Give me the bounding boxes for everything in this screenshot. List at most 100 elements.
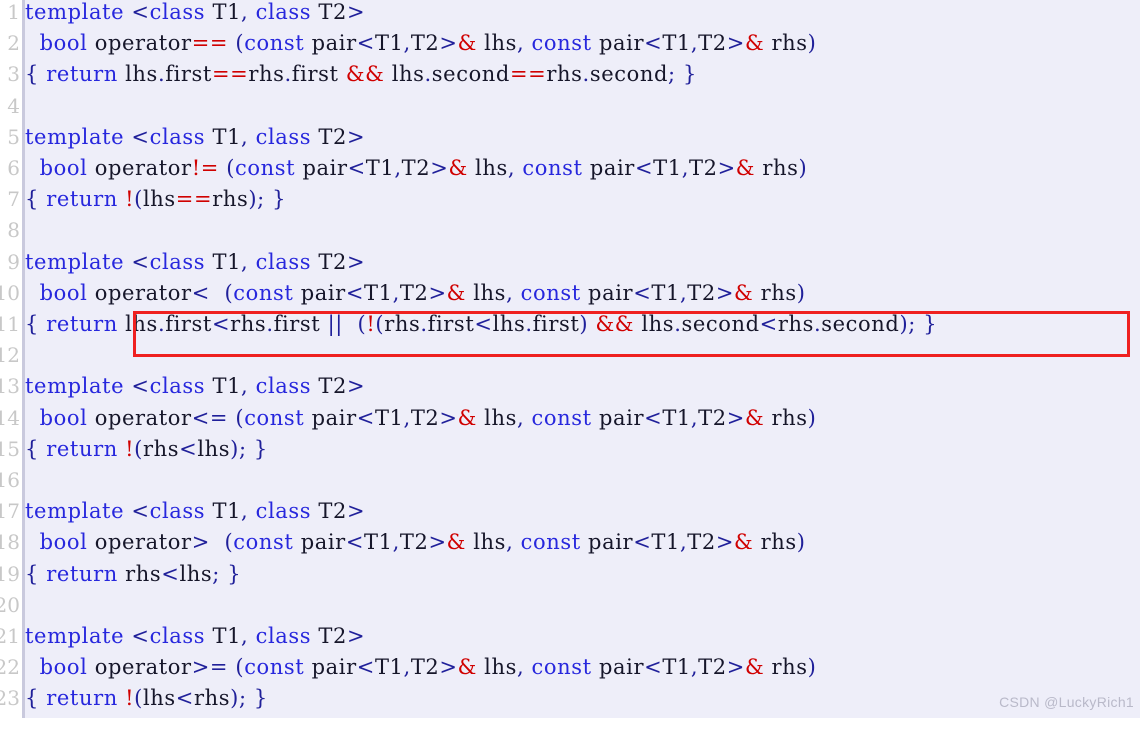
code-token: rhs	[384, 312, 421, 336]
code-line[interactable]: { return lhs.first<rhs.first || (!(rhs.f…	[25, 309, 937, 340]
code-token: >	[726, 405, 745, 430]
code-token: >	[715, 530, 735, 555]
code-token: const	[531, 405, 592, 430]
code-token: <	[633, 530, 652, 555]
code-token: return	[46, 561, 118, 586]
code-token: (	[224, 530, 234, 555]
code-token: >	[430, 156, 449, 180]
code-token: T2	[401, 156, 431, 180]
code-token: }	[253, 436, 268, 461]
code-line[interactable]: bool operator!= (const pair<T1,T2>& lhs,…	[25, 153, 807, 184]
code-token: !=	[191, 156, 219, 180]
code-line[interactable]: template <class T1, class T2>	[25, 496, 365, 527]
code-token: T2	[311, 499, 347, 524]
code-line[interactable]: template <class T1, class T2>	[25, 371, 365, 402]
code-token: T1	[662, 655, 691, 680]
code-line[interactable]: bool operator< (const pair<T1,T2>& lhs, …	[25, 278, 806, 309]
code-line[interactable]: bool operator>= (const pair<T1,T2>& lhs,…	[25, 652, 816, 683]
code-token: second	[681, 312, 760, 336]
code-token: (	[134, 187, 143, 212]
code-line[interactable]: template <class T1, class T2>	[25, 621, 365, 652]
code-token: T2	[698, 405, 727, 430]
code-line[interactable]: { return rhs<lhs; }	[25, 559, 241, 590]
code-token: {	[25, 62, 39, 87]
code-token: operator	[87, 31, 192, 56]
code-line[interactable]: template <class T1, class T2>	[25, 247, 365, 278]
code-token: <	[131, 624, 150, 648]
code-token: return	[46, 436, 118, 461]
code-token: operator	[87, 156, 192, 180]
code-token: .	[420, 312, 428, 336]
line-number: 16	[0, 468, 20, 492]
code-token: (	[226, 156, 236, 180]
code-line[interactable]: bool operator<= (const pair<T1,T2>& lhs,…	[25, 403, 816, 434]
code-token: bool	[39, 31, 88, 56]
code-token: rhs	[777, 312, 814, 336]
code-line[interactable]: { return lhs.first==rhs.first && lhs.sec…	[25, 59, 697, 90]
code-token: T1	[205, 624, 242, 648]
code-token: &	[735, 156, 756, 180]
code-token: T1	[651, 530, 680, 555]
code-line[interactable]: { return !(rhs<lhs); }	[25, 434, 268, 465]
code-token: rhs	[212, 187, 249, 212]
code-line[interactable]: bool operator> (const pair<T1,T2>& lhs, …	[25, 527, 806, 558]
code-token: operator	[87, 655, 192, 680]
code-token: >	[347, 499, 366, 524]
code-token: <	[356, 405, 375, 430]
code-token: .	[525, 312, 533, 336]
code-token: <	[191, 280, 210, 305]
code-token: >	[439, 405, 458, 430]
code-token: lhs	[117, 312, 158, 336]
code-token: T1	[205, 499, 242, 524]
code-token: lhs	[467, 156, 508, 180]
code-token: )	[230, 436, 239, 461]
code-token: &	[734, 530, 754, 555]
screenshot-root: 1 2 3 4 5 6 7 8 9 10 11 12 13 14 15 16 17 18 19 20 21 22 23 te…	[0, 0, 1140, 734]
code-token: T2	[410, 405, 440, 430]
line-number: 3	[7, 62, 20, 87]
code-content-area[interactable]: template <class T1, class T2> bool opera…	[25, 0, 1140, 718]
line-number: 19	[0, 561, 20, 586]
code-token: T1	[651, 280, 680, 305]
code-token: class	[255, 124, 312, 149]
code-line[interactable]: bool operator== (const pair<T1,T2>& lhs,…	[25, 28, 816, 59]
line-number: 2	[7, 31, 20, 56]
code-token: operator	[87, 405, 192, 430]
code-token: &	[446, 280, 466, 305]
code-token: <	[759, 312, 778, 336]
code-token: ,	[681, 156, 690, 180]
code-token: pair	[580, 530, 634, 555]
code-token: rhs	[248, 62, 285, 87]
code-token: class	[149, 624, 206, 648]
code-token: class	[149, 249, 206, 274]
code-token: T2	[689, 156, 718, 180]
csdn-watermark: CSDN @LuckyRich1	[999, 694, 1134, 710]
code-token: T2	[698, 655, 727, 680]
code-token: ==	[509, 62, 547, 87]
code-token: first	[291, 62, 339, 87]
code-token: &	[744, 31, 765, 56]
code-viewer-panel[interactable]: 1 2 3 4 5 6 7 8 9 10 11 12 13 14 15 16 17 18 19 20 21 22 23 te…	[0, 0, 1140, 718]
line-number: 13	[0, 374, 20, 399]
code-token: class	[255, 249, 312, 274]
code-token: T1	[374, 405, 404, 430]
code-token: <	[211, 312, 231, 336]
code-token: )	[230, 686, 239, 711]
code-line[interactable]: { return !(lhs==rhs); }	[25, 184, 286, 215]
code-token: lhs	[465, 530, 507, 555]
code-token: )	[798, 156, 808, 180]
code-line[interactable]: template <class T1, class T2>	[25, 0, 365, 28]
code-token: T2	[399, 530, 429, 555]
code-token: T1	[205, 374, 242, 399]
code-token: lhs	[142, 187, 176, 212]
code-token: <=	[191, 405, 229, 430]
code-token: &	[744, 405, 765, 430]
code-line[interactable]: { return !(lhs<rhs); }	[25, 683, 268, 714]
code-line[interactable]: template <class T1, class T2>	[25, 122, 365, 153]
